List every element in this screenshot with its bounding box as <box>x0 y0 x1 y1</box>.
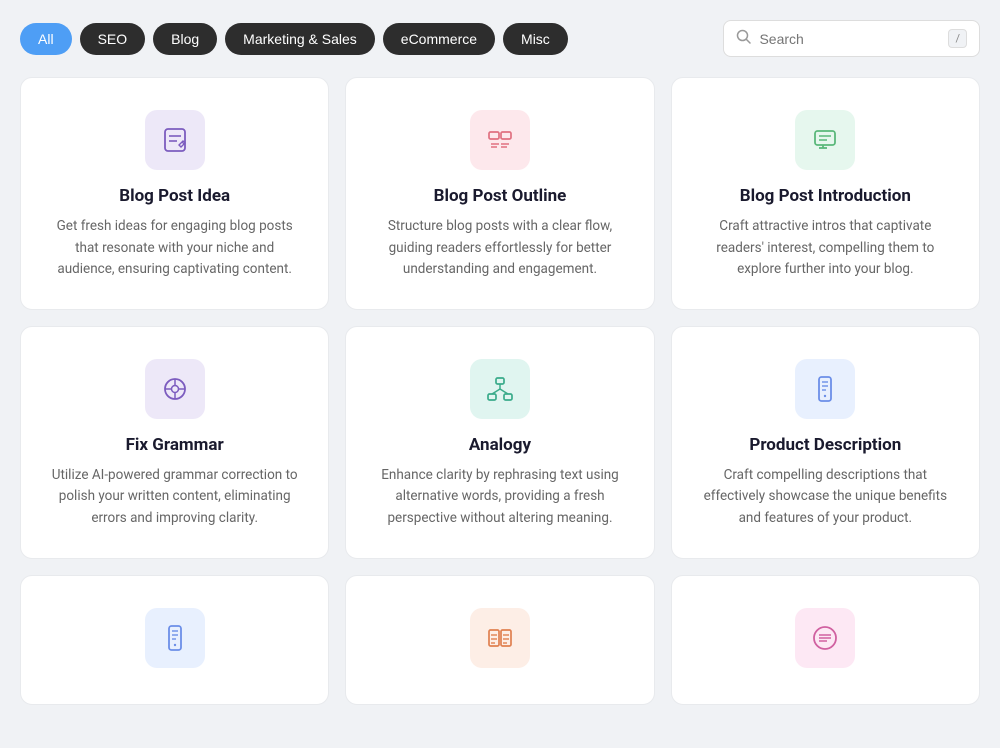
product-description-icon <box>795 359 855 419</box>
card-blog-post-idea[interactable]: Blog Post Idea Get fresh ideas for engag… <box>20 77 329 310</box>
partial-2-icon <box>470 608 530 668</box>
card-partial-3[interactable] <box>671 575 980 705</box>
blog-post-outline-desc: Structure blog posts with a clear flow, … <box>370 216 629 281</box>
filter-seo[interactable]: SEO <box>80 23 146 55</box>
blog-post-introduction-title: Blog Post Introduction <box>740 186 911 206</box>
card-blog-post-outline[interactable]: Blog Post Outline Structure blog posts w… <box>345 77 654 310</box>
filter-misc[interactable]: Misc <box>503 23 568 55</box>
card-partial-1[interactable] <box>20 575 329 705</box>
partial-3-icon <box>795 608 855 668</box>
search-input[interactable] <box>759 31 940 47</box>
blog-post-introduction-icon <box>795 110 855 170</box>
card-blog-post-introduction[interactable]: Blog Post Introduction Craft attractive … <box>671 77 980 310</box>
filter-all[interactable]: All <box>20 23 72 55</box>
analogy-desc: Enhance clarity by rephrasing text using… <box>370 465 629 530</box>
blog-post-idea-icon <box>145 110 205 170</box>
filter-ecommerce[interactable]: eCommerce <box>383 23 495 55</box>
product-description-desc: Craft compelling descriptions that effec… <box>696 465 955 530</box>
fix-grammar-title: Fix Grammar <box>126 435 224 455</box>
search-shortcut-badge: / <box>948 29 967 48</box>
blog-post-idea-title: Blog Post Idea <box>119 186 230 206</box>
fix-grammar-desc: Utilize AI-powered grammar correction to… <box>45 465 304 530</box>
analogy-icon <box>470 359 530 419</box>
blog-post-outline-icon <box>470 110 530 170</box>
filter-marketing[interactable]: Marketing & Sales <box>225 23 375 55</box>
filter-bar: All SEO Blog Marketing & Sales eCommerce… <box>20 20 980 57</box>
card-grid: Blog Post Idea Get fresh ideas for engag… <box>20 77 980 705</box>
filter-blog[interactable]: Blog <box>153 23 217 55</box>
search-icon <box>736 29 751 48</box>
card-partial-2[interactable] <box>345 575 654 705</box>
analogy-title: Analogy <box>469 435 531 455</box>
card-fix-grammar[interactable]: Fix Grammar Utilize AI-powered grammar c… <box>20 326 329 559</box>
card-analogy[interactable]: Analogy Enhance clarity by rephrasing te… <box>345 326 654 559</box>
search-container: / <box>723 20 980 57</box>
card-product-description[interactable]: Product Description Craft compelling des… <box>671 326 980 559</box>
blog-post-introduction-desc: Craft attractive intros that captivate r… <box>696 216 955 281</box>
blog-post-idea-desc: Get fresh ideas for engaging blog posts … <box>45 216 304 281</box>
partial-1-icon <box>145 608 205 668</box>
blog-post-outline-title: Blog Post Outline <box>434 186 567 206</box>
product-description-title: Product Description <box>749 435 901 455</box>
fix-grammar-icon <box>145 359 205 419</box>
